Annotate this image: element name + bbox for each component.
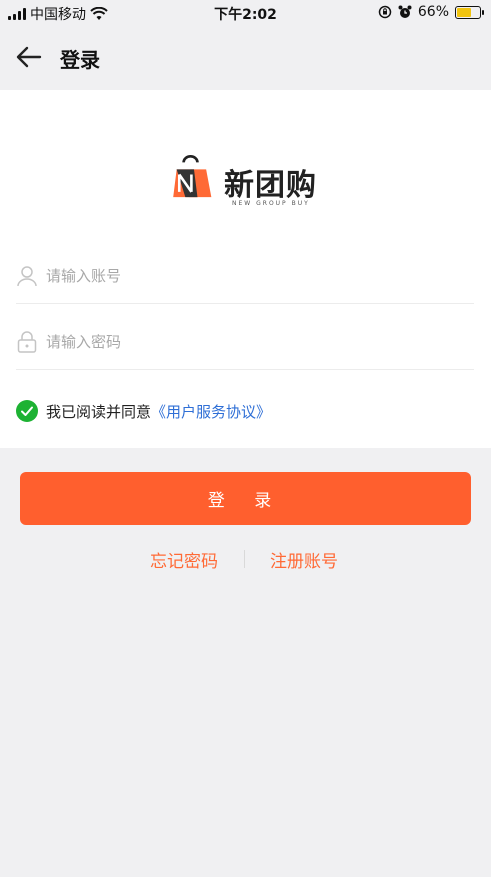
agree-text: 我已阅读并同意 <box>46 402 152 421</box>
login-button[interactable]: 登 录 <box>20 472 471 525</box>
auth-links: 忘记密码 注册账号 <box>0 547 491 572</box>
brand-logo-icon <box>173 155 212 198</box>
password-input[interactable] <box>44 326 464 358</box>
alarm-icon <box>398 5 412 18</box>
checkmark-icon <box>21 406 33 416</box>
user-agreement-link[interactable]: 《用户服务协议》 <box>151 401 271 422</box>
battery-icon <box>455 5 484 19</box>
brand-tagline: NEW GROUP BUY <box>232 200 310 207</box>
register-link[interactable]: 注册账号 <box>270 547 338 572</box>
account-input[interactable] <box>44 260 464 292</box>
password-field <box>16 314 474 370</box>
forgot-password-link[interactable]: 忘记密码 <box>150 547 218 572</box>
nav-bar: 登录 <box>0 26 491 90</box>
arrow-left-icon <box>16 46 42 68</box>
account-field <box>16 248 474 304</box>
lock-icon <box>17 331 37 353</box>
agree-checkbox[interactable] <box>16 400 38 422</box>
status-bar: 中国移动 下午2:02 66% <box>0 0 491 26</box>
battery-percent: 66% <box>417 4 449 20</box>
agreement-row: 我已阅读并同意 《用户服务协议》 <box>16 400 271 422</box>
rotation-lock-icon <box>378 5 392 19</box>
back-button[interactable] <box>14 42 44 72</box>
status-right: 66% <box>378 4 484 20</box>
links-divider <box>244 550 245 568</box>
user-icon <box>17 266 37 287</box>
page-title: 登录 <box>60 48 100 72</box>
brand-name: 新团购 <box>224 168 317 203</box>
battery-fill <box>457 7 471 17</box>
